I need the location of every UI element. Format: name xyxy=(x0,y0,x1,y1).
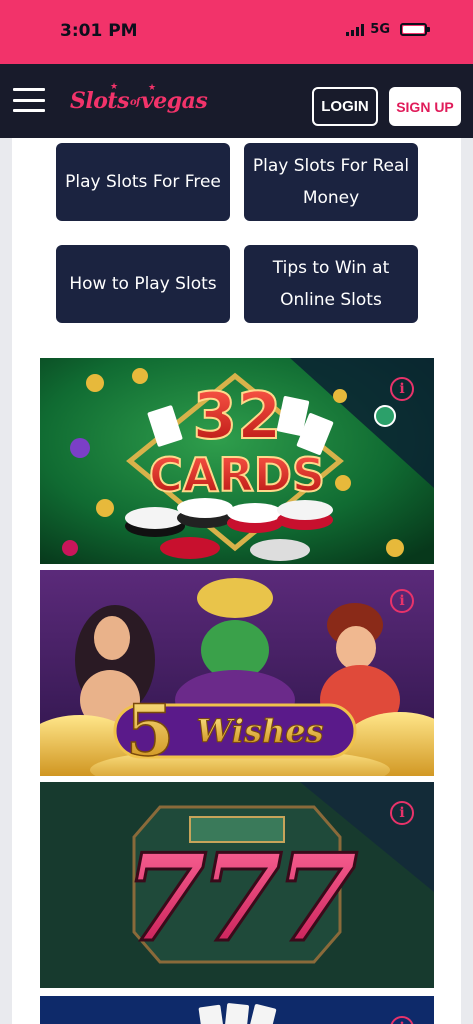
game-tile-777[interactable]: 777 i xyxy=(40,782,434,988)
game-title-text: CARDS xyxy=(149,448,325,502)
login-button[interactable]: LOGIN xyxy=(312,87,378,126)
signup-button[interactable]: SIGN UP xyxy=(389,87,461,126)
game-artwork: 777 xyxy=(40,782,434,988)
status-time: 3:01 PM xyxy=(60,21,138,41)
status-bar: 3:01 PM 5G xyxy=(0,0,473,64)
main-content: Play Slots For Free Play Slots For Real … xyxy=(12,138,461,1024)
how-to-play-button[interactable]: How to Play Slots xyxy=(56,245,230,323)
game-tile-32-cards[interactable]: 32 CARDS i xyxy=(40,358,434,564)
status-indicators: 5G xyxy=(346,22,430,37)
game-tile-partial[interactable]: i xyxy=(40,996,434,1024)
game-artwork: 5 Wishes xyxy=(40,570,434,776)
signal-strength-icon xyxy=(346,23,365,36)
hamburger-menu-icon[interactable] xyxy=(13,86,45,114)
network-type: 5G xyxy=(370,22,390,37)
game-artwork xyxy=(40,996,434,1024)
logo-brand-text: Slots xyxy=(70,88,129,114)
game-info-icon[interactable]: i xyxy=(390,377,414,401)
game-title-number: 5 xyxy=(126,689,175,772)
play-real-money-button[interactable]: Play Slots For Real Money xyxy=(244,143,418,221)
logo-connector-text: of xyxy=(129,96,140,108)
play-free-button[interactable]: Play Slots For Free xyxy=(56,143,230,221)
game-tile-5-wishes[interactable]: 5 Wishes i xyxy=(40,570,434,776)
game-title-number: 777 xyxy=(124,828,358,969)
battery-icon xyxy=(400,23,430,36)
logo-city-text: vegas xyxy=(140,88,208,114)
site-logo[interactable]: ★ ★ Slotsofvegas xyxy=(70,82,222,120)
game-artwork: 32 CARDS xyxy=(40,358,434,564)
tips-to-win-button[interactable]: Tips to Win at Online Slots xyxy=(244,245,418,323)
game-info-icon[interactable]: i xyxy=(390,589,414,613)
game-info-icon[interactable]: i xyxy=(390,801,414,825)
game-title-number: 32 xyxy=(192,380,281,454)
game-title-text: Wishes xyxy=(196,712,323,750)
